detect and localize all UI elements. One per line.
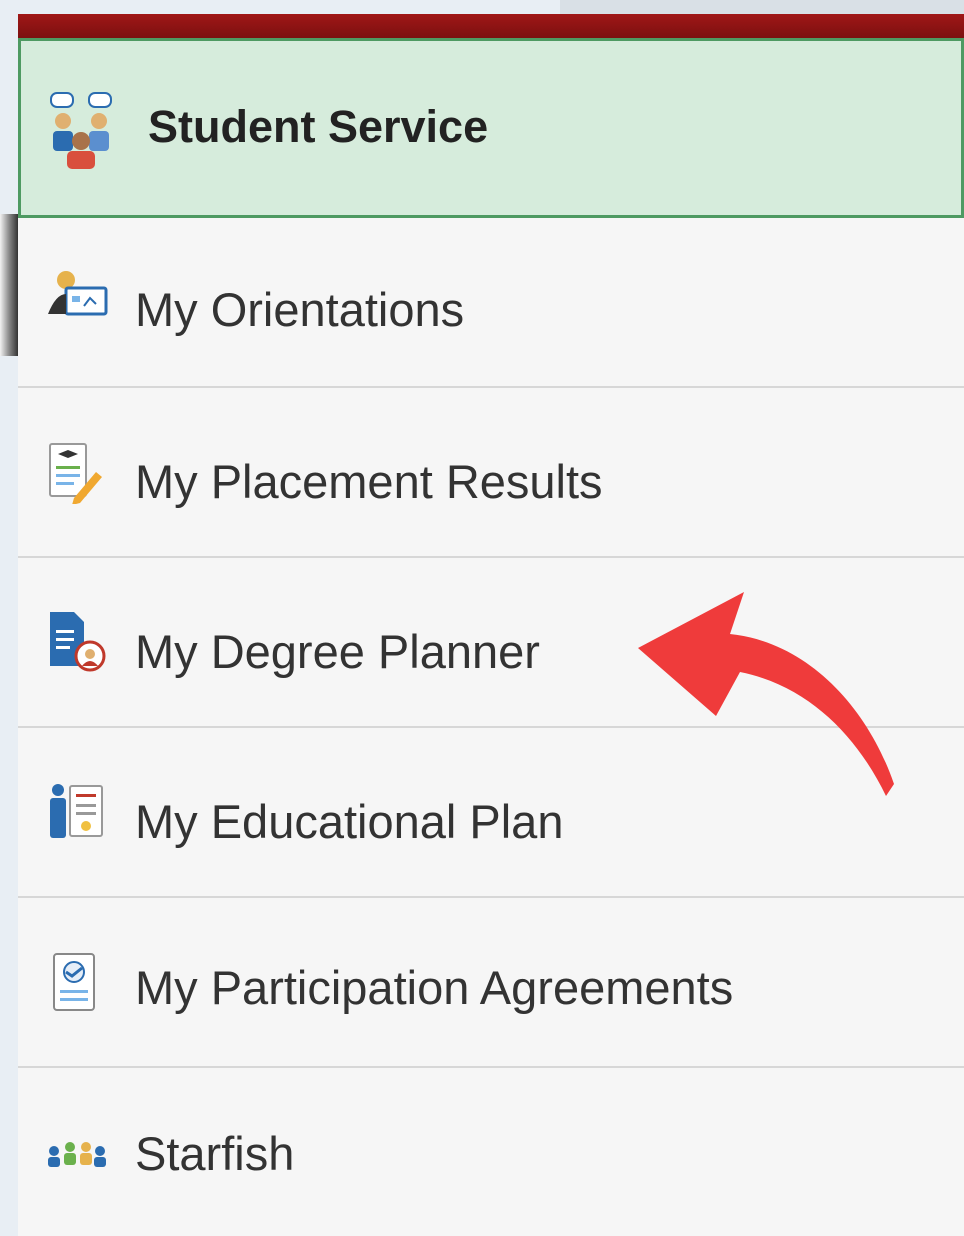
left-shadow-edge [0,214,20,356]
menu-item-starfish[interactable]: Starfish [18,1068,964,1236]
placement-results-icon [49,443,102,504]
student-service-label: Student Service [148,101,489,152]
starfish-icon [48,1142,106,1167]
menu-item-label: My Orientations [135,283,465,336]
educational-plan-icon [50,784,103,838]
top-header-bar [18,14,964,38]
red-arrow-annotation [638,592,894,796]
menu-item-my-placement-results[interactable]: My Placement Results [18,388,964,558]
group-chat-icon [50,92,112,169]
menu-item-my-orientations[interactable]: My Orientations [18,218,964,388]
menu-item-my-participation-agreements[interactable]: My Participation Agreements [18,898,964,1068]
degree-planner-icon [50,612,106,672]
orientation-icon [48,271,108,316]
participation-agreements-icon [53,953,95,1011]
student-service-header[interactable]: Student Service [18,38,964,218]
menu-item-label: My Participation Agreements [135,961,734,1014]
menu-item-label: My Educational Plan [135,795,564,848]
menu-item-label: My Placement Results [135,455,603,508]
menu-item-label: My Degree Planner [135,625,540,678]
menu-item-label: Starfish [135,1127,295,1180]
